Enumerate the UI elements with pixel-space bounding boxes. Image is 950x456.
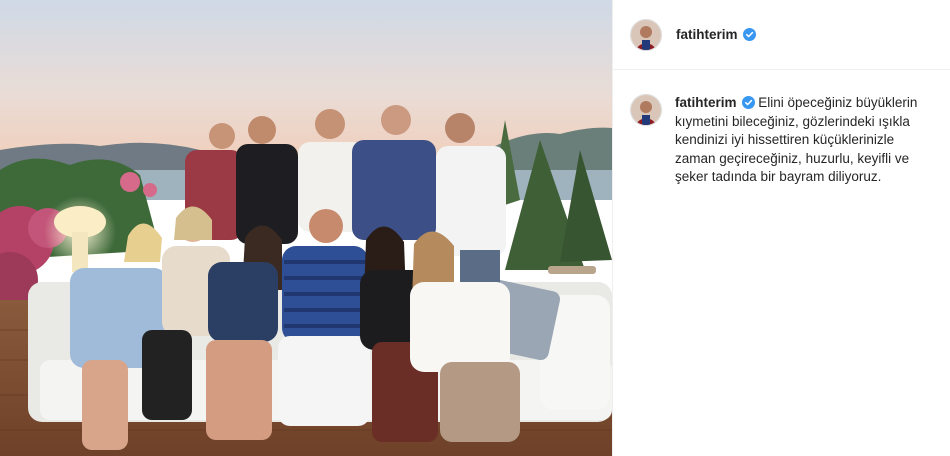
verified-badge-icon (741, 96, 755, 109)
profile-avatar[interactable] (630, 18, 662, 51)
post-photo[interactable] (0, 0, 612, 456)
post-header: fatihterim (613, 0, 950, 70)
caption-username[interactable]: fatihterim (675, 95, 737, 110)
post-username[interactable]: fatihterim (676, 27, 738, 42)
avatar-image (631, 19, 661, 50)
caption-avatar[interactable] (630, 94, 662, 126)
verified-badge-icon (742, 28, 756, 41)
avatar-image (631, 95, 661, 125)
post-sidebar: fatihterim fatihterim Elini öpeceğiniz b… (612, 0, 950, 456)
instagram-post: fatihterim fatihterim Elini öpeceğiniz b… (0, 0, 950, 456)
caption-body: fatihterim Elini öpeceğiniz büyüklerin k… (675, 94, 933, 187)
post-caption: fatihterim Elini öpeceğiniz büyüklerin k… (613, 70, 950, 187)
family-group-photo (0, 0, 612, 456)
